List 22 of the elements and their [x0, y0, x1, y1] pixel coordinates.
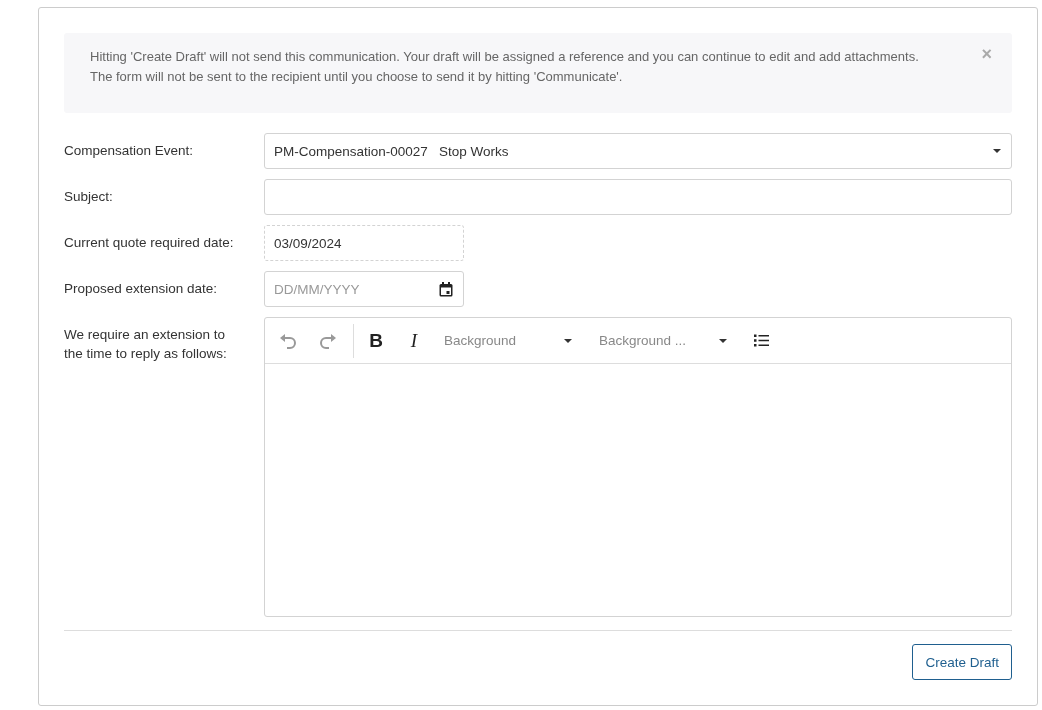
toolbar-dropdown[interactable]: Background — [444, 333, 572, 348]
field-label: Subject: — [64, 188, 114, 206]
redo-icon[interactable] — [319, 332, 337, 349]
caret-icon — [719, 338, 727, 343]
date-field: 03/09/2024 — [264, 225, 464, 261]
rich-text-editor[interactable]: B I Background Background ... — [264, 317, 1012, 617]
bold-button[interactable]: B — [368, 329, 384, 352]
bullet-list-icon[interactable] — [754, 334, 769, 347]
undo-icon[interactable] — [279, 332, 297, 349]
field-label: Compensation Event: — [64, 142, 195, 160]
field-label: We require an extension to the time to reply as follows: — [64, 326, 228, 363]
field-label: Proposed extension date: — [64, 280, 219, 298]
alert-message: Hitting 'Create Draft' will not send this communication. Your draft will be assigned a reference and you can continue to edit and add attachments. The form will not be sent to the recipient until you choose to send it by hitting 'Communicate'. — [90, 48, 920, 86]
caret-icon — [993, 149, 1001, 153]
create-draft-button[interactable]: Create Draft — [912, 644, 1012, 680]
field-label: Current quote required date: — [64, 234, 235, 252]
select-field[interactable]: PM-Compensation-00027 Stop Works — [264, 133, 1012, 169]
toolbar-dropdown[interactable]: Background ... — [599, 333, 727, 348]
italic-button[interactable]: I — [406, 329, 422, 352]
caret-icon — [564, 338, 572, 343]
date-field[interactable]: DD/MM/YYYY — [264, 271, 464, 307]
subject-field[interactable] — [264, 179, 1012, 215]
